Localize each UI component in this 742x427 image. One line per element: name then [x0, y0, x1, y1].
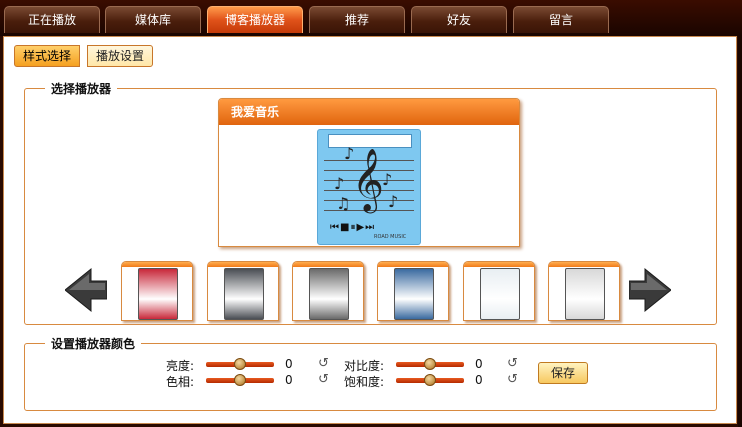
treble-clef-icon: 𝄞 [352, 148, 384, 211]
slider-knob[interactable] [234, 374, 246, 386]
thumbnail-header [378, 262, 448, 267]
right-arrow-icon[interactable] [629, 267, 671, 313]
save-button[interactable]: 保存 [538, 362, 588, 384]
tab-bar: 正在播放 媒体库 博客播放器 推荐 好友 留言 [0, 0, 742, 36]
tab-friends[interactable]: 好友 [411, 6, 507, 33]
contrast-value: 0 [475, 357, 483, 371]
tab-messages[interactable]: 留言 [513, 6, 609, 33]
music-notes-icon: ♫ [336, 194, 351, 213]
subtab-style-select[interactable]: 样式选择 [14, 45, 81, 67]
player-skin-icon [138, 268, 178, 320]
player-skin-icon [309, 268, 349, 320]
tab-recommend[interactable]: 推荐 [309, 6, 405, 33]
skin-thumbnail-white-skin[interactable] [463, 261, 535, 321]
music-note-icon: ♪ [382, 170, 393, 189]
thumbnail-header [208, 262, 278, 267]
thumbnail-header [293, 262, 363, 267]
tab-media-library[interactable]: 媒体库 [105, 6, 201, 33]
player-footer: ROAD MUSIC [374, 234, 407, 240]
player-preview: 我爱音乐 𝄞 ♪ ♪ ♫ ♪ ♪ ⏮■⏸▶⏭ ROAD MUSIC [218, 98, 520, 247]
reset-icon[interactable]: ↺ [507, 373, 519, 386]
select-player-group: 选择播放器 我爱音乐 𝄞 ♪ ♪ ♫ ♪ ♪ ⏮■⏸▶⏭ ROAD MUSIC [24, 80, 717, 325]
contrast-label: 对比度: [343, 359, 384, 373]
reset-icon[interactable]: ↺ [318, 373, 330, 386]
music-note-icon: ♪ [388, 192, 399, 211]
player-skin-icon [565, 268, 605, 320]
player-screen [328, 134, 412, 148]
skin-thumbnail-red-skin[interactable] [121, 261, 193, 321]
left-arrow-icon[interactable] [65, 267, 107, 313]
brightness-slider[interactable] [206, 358, 274, 370]
thumbnail-header [549, 262, 619, 267]
music-note-icon: ♪ [344, 144, 355, 163]
saturation-label: 饱和度: [343, 375, 384, 389]
thumbnail-header [464, 262, 534, 267]
slider-knob[interactable] [234, 358, 246, 370]
player-controls-icon: ⏮■⏸▶⏭ [330, 222, 376, 233]
slider-knob[interactable] [424, 374, 436, 386]
contrast-slider[interactable] [396, 358, 464, 370]
reset-icon[interactable]: ↺ [507, 357, 519, 370]
tab-now-playing[interactable]: 正在播放 [4, 6, 100, 33]
thumbnail-header [122, 262, 192, 267]
subtab-player-settings[interactable]: 播放设置 [87, 45, 154, 67]
skin-thumbnail-gray-skin[interactable] [292, 261, 364, 321]
preview-title: 我爱音乐 [219, 99, 519, 125]
player-skin-icon [394, 268, 434, 320]
tab-blog-player[interactable]: 博客播放器 [207, 6, 303, 33]
slider-knob[interactable] [424, 358, 436, 370]
reset-icon[interactable]: ↺ [318, 357, 330, 370]
skin-thumbnail-blue-skin[interactable] [377, 261, 449, 321]
right-frame [738, 36, 742, 427]
select-player-legend: 选择播放器 [45, 80, 118, 97]
brightness-value: 0 [285, 357, 293, 371]
saturation-slider[interactable] [396, 374, 464, 386]
hue-slider[interactable] [206, 374, 274, 386]
player-skin-preview: 𝄞 ♪ ♪ ♫ ♪ ♪ ⏮■⏸▶⏭ ROAD MUSIC [317, 129, 421, 245]
saturation-value: 0 [475, 373, 483, 387]
hue-label: 色相: [165, 375, 194, 389]
main-panel: 样式选择 播放设置 选择播放器 我爱音乐 𝄞 ♪ ♪ ♫ ♪ ♪ ⏮■⏸▶⏭ R [3, 36, 737, 424]
skin-thumbnail-dark-skin[interactable] [207, 261, 279, 321]
music-note-icon: ♪ [334, 174, 345, 193]
player-skin-icon [480, 268, 520, 320]
skin-thumbnail-silver-skin[interactable] [548, 261, 620, 321]
brightness-label: 亮度: [165, 359, 194, 373]
player-skin-icon [224, 268, 264, 320]
hue-value: 0 [285, 373, 293, 387]
color-settings-legend: 设置播放器颜色 [45, 335, 142, 352]
